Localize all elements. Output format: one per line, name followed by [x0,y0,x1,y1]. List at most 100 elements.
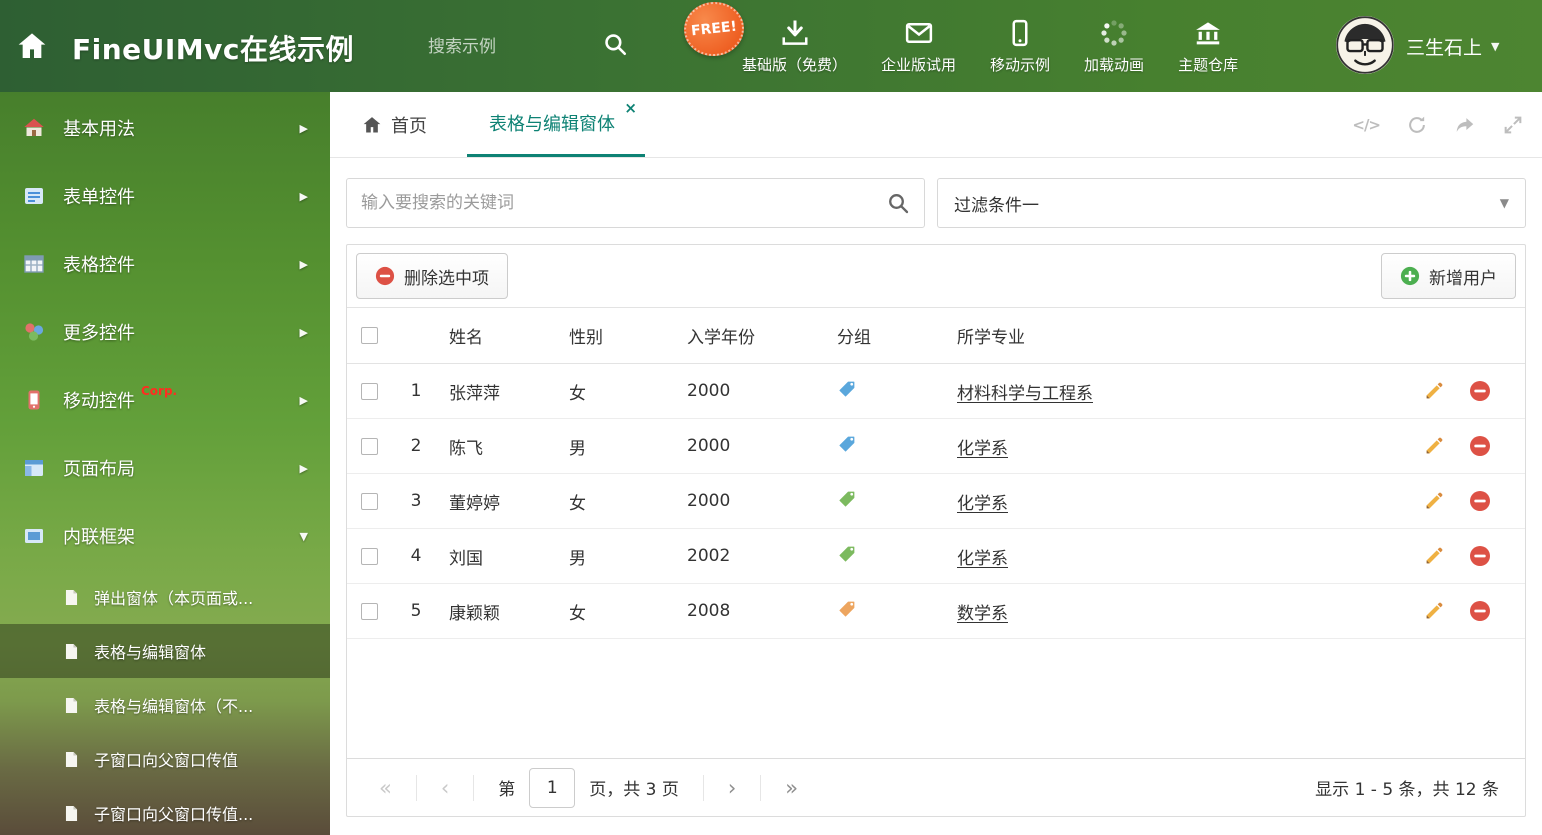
sidebar-item[interactable]: 表单控件 ▶ [0,162,330,230]
sidebar-item[interactable]: 内联框架 ▼ [0,502,330,570]
row-year: 2000 [677,473,827,529]
sidebar-item-label: 内联框架 [63,527,135,548]
source-code-icon[interactable]: </> [1352,114,1381,136]
sidebar-subitem[interactable]: 表格与编辑窗体（不... [0,678,330,732]
header-search-input[interactable] [428,32,583,62]
row-year: 2000 [677,418,827,474]
delete-selected-button[interactable]: 删除选中项 [356,253,508,299]
row-checkbox[interactable] [361,602,378,620]
pager-divider [760,774,762,801]
edit-button[interactable] [1423,490,1445,512]
bank-icon [1193,18,1223,48]
row-name: 康颖颖 [439,583,559,639]
row-checkbox-cell [347,583,393,639]
prev-page-button[interactable]: ‹ [435,776,455,800]
sidebar-item[interactable]: 表格控件 ▶ [0,230,330,298]
search-icon[interactable] [602,31,628,57]
delete-button[interactable] [1469,490,1491,512]
row-year: 2000 [677,363,827,419]
delete-button[interactable] [1469,600,1491,622]
edit-button[interactable] [1423,545,1445,567]
search-icon[interactable] [886,191,910,215]
row-checkbox[interactable] [361,492,378,510]
major-link[interactable]: 化学系 [957,494,1008,514]
close-icon[interactable]: × [624,101,637,116]
delete-button[interactable] [1469,380,1491,402]
sidebar-subitem-label: 表格与编辑窗体 [94,643,207,662]
sidebar-submenu: 弹出窗体（本页面或... 表格与编辑窗体 表格与编辑窗体（不... 子窗口向父窗口传值… [0,570,330,835]
sidebar-subitem[interactable]: 表格与编辑窗体 [0,624,330,678]
sidebar-menu: 基本用法 ▶ 表单控件 ▶ 表格控件 ▶ 更多控件 ▶ 移动控件 Corp. ▶ 页面布局 ▶ 内联框架 ▼ [0,92,330,570]
major-link[interactable]: 化学系 [957,439,1008,459]
header-nav-item[interactable]: 主题仓库 [1178,18,1238,75]
sidebar-item[interactable]: 基本用法 ▶ [0,94,330,162]
user-menu[interactable]: 三生石上 ▼ [1406,33,1499,60]
add-user-button[interactable]: 新增用户 [1381,253,1516,299]
page-icon [62,750,81,769]
header-nav-label: 基础版（免费） [742,55,848,74]
row-checkbox[interactable] [361,382,378,400]
chevron-right-icon: ▶ [299,461,308,475]
header-nav-item[interactable]: 移动示例 [990,18,1050,75]
major-link[interactable]: 化学系 [957,549,1008,569]
chevron-right-icon: ▶ [299,121,308,135]
column-header-year: 入学年份 [677,307,827,364]
filter-dropdown[interactable]: 过滤条件一 ▼ [937,178,1526,228]
chevron-down-icon: ▼ [1499,196,1509,210]
major-link[interactable]: 材料科学与工程系 [957,384,1093,404]
page-suffix-label: 页，共 3 页 [589,780,679,800]
row-checkbox[interactable] [361,437,378,455]
first-page-button[interactable]: « [373,776,398,800]
share-icon[interactable] [1454,114,1476,136]
delete-button[interactable] [1469,545,1491,567]
tab-home[interactable]: 首页 [346,92,443,157]
table-row: 4 刘国男 2002 化学系 [347,528,1525,584]
header-nav-label: 加载动画 [1084,55,1145,74]
phone-icon [22,388,46,412]
plus-circle-icon [1400,266,1420,286]
next-page-button[interactable]: › [722,776,742,800]
avatar[interactable] [1336,16,1394,74]
row-group-cell [827,363,947,419]
tab-active[interactable]: 表格与编辑窗体 × [467,92,645,157]
sidebar-item[interactable]: 页面布局 ▶ [0,434,330,502]
row-actions-group [1423,380,1525,402]
expand-icon[interactable] [1502,114,1524,136]
row-name: 陈飞 [439,418,559,474]
header-nav-label: 主题仓库 [1178,55,1239,74]
header-nav-item[interactable]: 企业版试用 [881,18,956,75]
refresh-icon[interactable] [1406,114,1428,136]
last-page-button[interactable]: » [779,776,804,800]
sidebar-subitem[interactable]: 子窗口向父窗口传值... [0,786,330,835]
app-header: FineUIMvc在线示例 FREE! 基础版（免费） 企业版试用 移动示例 加载动画… [0,0,1542,92]
tag-icon [837,434,857,454]
delete-button[interactable] [1469,435,1491,457]
layout-icon [22,456,46,480]
sidebar-subitem[interactable]: 子窗口向父窗口传值 [0,732,330,786]
widgets-icon [22,320,46,344]
table-search-input[interactable] [361,193,886,213]
major-link[interactable]: 数学系 [957,604,1008,624]
row-gender: 女 [559,583,677,639]
add-user-label: 新增用户 [1429,268,1497,289]
page-number-input[interactable] [529,767,576,808]
row-year: 2002 [677,528,827,584]
edit-button[interactable] [1423,600,1445,622]
row-major-cell: 化学系 [947,473,1415,529]
row-checkbox[interactable] [361,547,378,565]
home-icon[interactable] [16,30,48,62]
row-actions-group [1423,545,1525,567]
header-nav-label: 企业版试用 [881,55,957,74]
main-content: 首页 表格与编辑窗体 × </> 输入要搜索的关键词 过滤条件一 ▼ 删除选中项… [330,92,1542,835]
header-nav-item[interactable]: 基础版（免费） [742,18,847,75]
sidebar-item[interactable]: 更多控件 ▶ [0,298,330,366]
header-nav-item[interactable]: 加载动画 [1084,18,1144,75]
column-header-gender: 性别 [559,307,677,364]
sidebar-subitem[interactable]: 弹出窗体（本页面或... [0,570,330,624]
select-all-checkbox[interactable] [361,327,378,344]
edit-button[interactable] [1423,435,1445,457]
chevron-down-icon: ▼ [299,529,308,543]
sidebar-item[interactable]: 移动控件 Corp. ▶ [0,366,330,434]
sidebar-item-label: 表格控件 [63,255,135,276]
edit-button[interactable] [1423,380,1445,402]
